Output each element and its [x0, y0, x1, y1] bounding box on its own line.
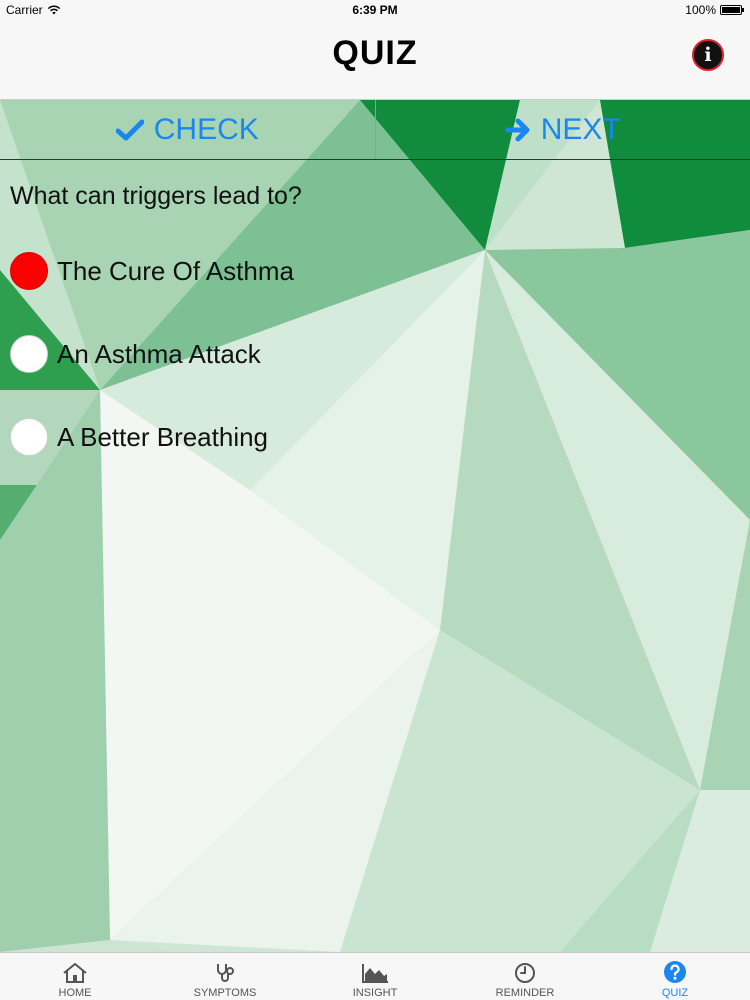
radio-button[interactable] [10, 418, 48, 456]
nav-bar: QUIZ i [0, 22, 750, 100]
tab-quiz[interactable]: QUIZ [600, 953, 750, 1000]
next-button[interactable]: NEXT [374, 100, 750, 159]
clock-icon [515, 963, 535, 983]
option-label: The Cure Of Asthma [57, 255, 294, 286]
check-button[interactable]: CHECK [0, 100, 375, 159]
battery-icon [720, 5, 744, 15]
tab-symptoms[interactable]: SYMPTOMS [150, 953, 300, 1000]
action-bar: CHECK NEXT [0, 100, 750, 160]
next-label: NEXT [540, 112, 621, 146]
quiz-question: What can triggers lead to? [10, 182, 302, 210]
tab-home[interactable]: HOME [0, 953, 150, 1000]
tab-label: SYMPTOMS [193, 987, 257, 999]
tab-label: QUIZ [661, 987, 689, 999]
option-1[interactable]: The Cure Of Asthma [10, 252, 294, 290]
option-2[interactable]: An Asthma Attack [10, 335, 261, 373]
tab-insight[interactable]: INSIGHT [300, 953, 450, 1000]
tab-label: REMINDER [495, 987, 555, 999]
question-circle-icon [664, 961, 686, 983]
polygon-background [0, 100, 750, 952]
option-label: An Asthma Attack [57, 338, 261, 369]
radio-button-selected[interactable] [10, 252, 48, 290]
info-glyph: i [704, 44, 712, 66]
status-right: 100% [685, 3, 744, 17]
area-chart-icon [362, 964, 388, 983]
status-bar: Carrier 6:39 PM 100% [0, 0, 750, 22]
battery-percent: 100% [685, 3, 716, 17]
option-label: A Better Breathing [57, 421, 269, 452]
status-time: 6:39 PM [352, 3, 398, 17]
checkmark-icon [115, 119, 144, 140]
home-icon [63, 963, 87, 983]
quiz-content: CHECK NEXT What can triggers lead to? Th… [0, 100, 750, 952]
radio-button[interactable] [10, 335, 48, 373]
page-title: QUIZ [332, 34, 418, 72]
info-icon[interactable]: i [692, 39, 724, 71]
tab-reminder[interactable]: REMINDER [450, 953, 600, 1000]
tab-label: INSIGHT [352, 987, 398, 999]
stethoscope-icon [217, 964, 234, 982]
tab-bar: HOME SYMPTOMS INSIGHT REMINDER QUIZ [0, 952, 750, 1000]
arrow-right-icon [505, 118, 530, 141]
option-3[interactable]: A Better Breathing [10, 418, 268, 456]
tab-label: HOME [58, 987, 92, 999]
check-label: CHECK [153, 112, 259, 146]
